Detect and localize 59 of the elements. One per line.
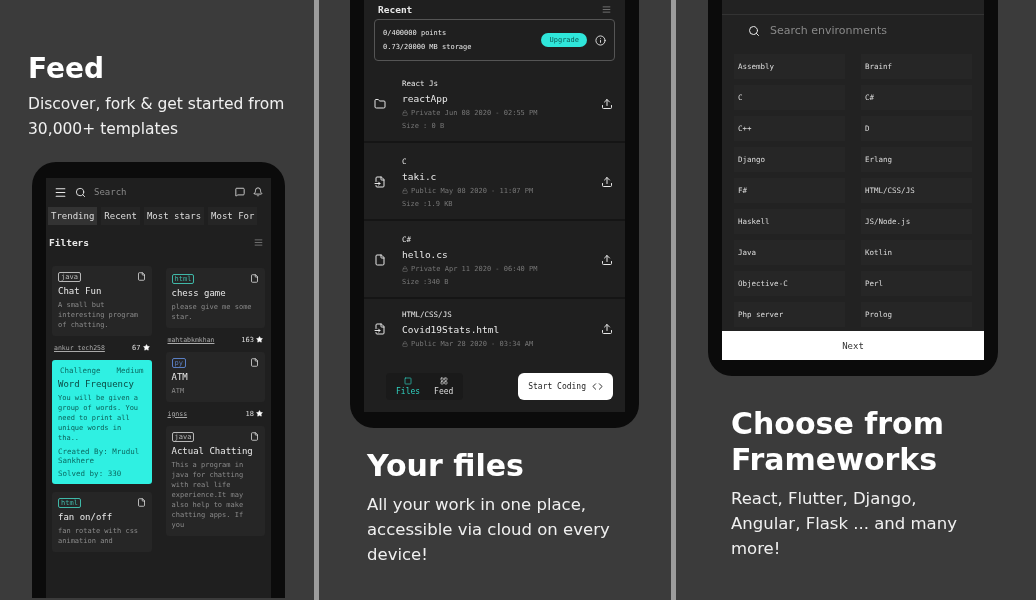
file-name: Covid19Stats.html [402,324,501,335]
start-coding-button[interactable]: Start Coding [518,373,613,400]
file-icon[interactable] [250,431,259,441]
lock-icon [402,109,408,116]
filter-icon[interactable] [254,237,263,247]
chat-icon[interactable] [235,187,245,198]
file-icon[interactable] [136,497,146,507]
file-name: taki.c [402,170,438,182]
file-arrow-icon [374,176,386,188]
file-icon[interactable] [250,273,259,283]
star-icon [256,336,263,344]
search-field[interactable]: Search environments [722,14,984,47]
search-icon[interactable] [75,186,86,198]
project-title: Chat Fun [58,285,103,296]
next-button[interactable]: Next [722,331,984,360]
nav-item[interactable]: Files [396,377,421,396]
recent-heading: Recent [378,4,413,15]
lock-icon [402,187,408,194]
file-icon[interactable] [136,271,146,281]
project-title: chess game [171,287,227,298]
feed-heading: Feed [28,52,105,86]
share-icon[interactable] [601,176,613,188]
challenge-title: Word Frequency [58,378,135,389]
frameworks-description: React, Flutter, Django, Angular, Flask ... and many more! [731,488,958,560]
project-title: Actual Chatting [171,445,254,456]
project-title: fan on/off [58,511,114,522]
folder-icon [374,98,386,110]
feed-description: Discover, fork & get started from 30,000+ templates [28,93,286,140]
info-icon[interactable] [595,34,606,46]
search-field[interactable]: Search [94,187,227,198]
star-icon [142,344,150,352]
feed-tab[interactable]: Trending [48,206,98,225]
file-icon [374,254,386,266]
file-arrow-icon [374,323,386,335]
frameworks-heading: Choose from Frameworks [731,406,945,478]
feed-tab[interactable]: Recent [101,206,140,225]
code-icon [592,381,603,392]
star-icon [256,410,263,418]
project-title: ATM [171,371,189,382]
list-icon[interactable] [602,5,611,14]
file-name: reactApp [402,92,449,104]
file-name: hello.cs [402,248,449,260]
feed-tab[interactable]: Most stars [143,206,205,225]
lock-icon [402,265,408,272]
lock-icon [402,341,408,347]
files-description: All your work in one place, accessible via cloud on every device! [367,494,611,566]
feed-tab[interactable]: Most For [208,206,258,225]
nav-item[interactable]: Feed [434,377,454,396]
share-icon[interactable] [601,323,613,335]
files-heading: Your files [367,448,525,484]
menu-icon[interactable] [54,185,67,199]
share-icon[interactable] [601,254,613,266]
grid-icon [439,377,448,385]
share-icon[interactable] [601,98,613,110]
square-icon [404,377,413,385]
bell-icon[interactable] [253,187,263,198]
file-icon[interactable] [250,357,259,367]
search-icon [748,24,760,37]
filters-label: Filters [49,236,90,248]
